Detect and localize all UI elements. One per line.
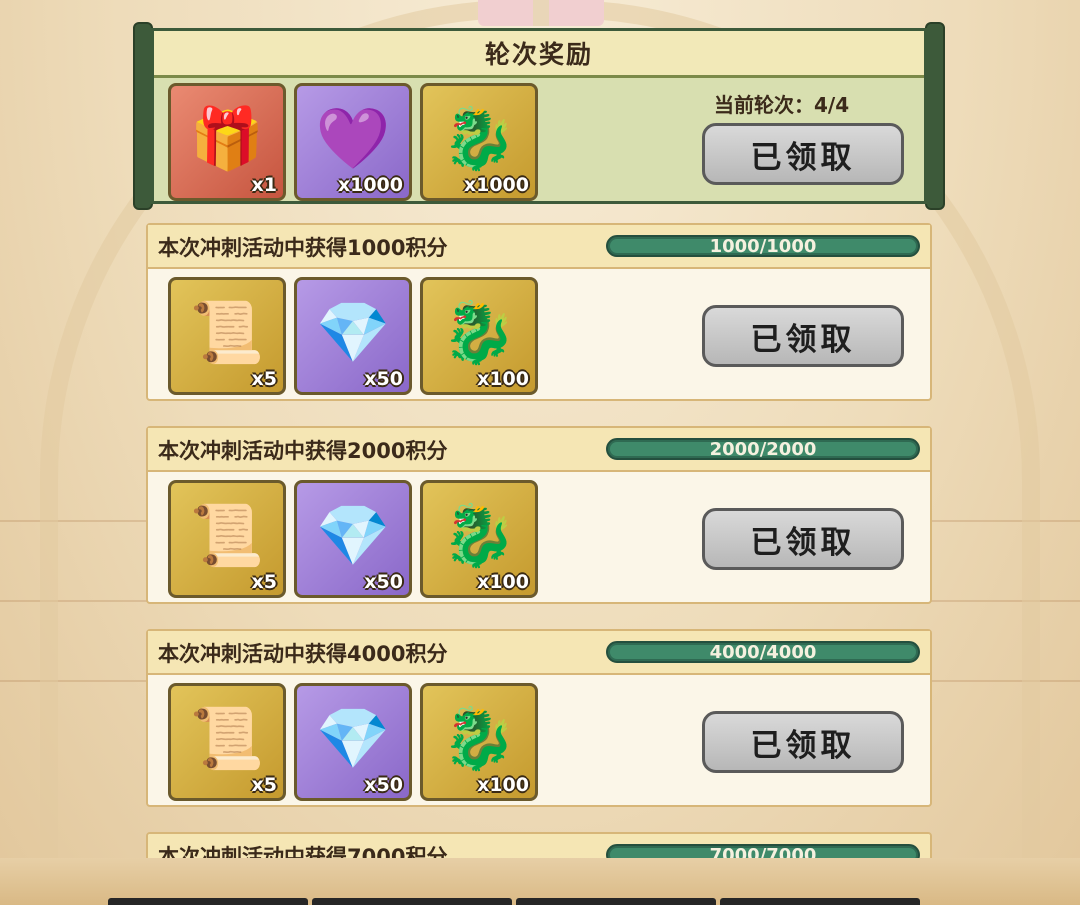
item-quantity: x5	[251, 774, 277, 796]
reward-item-jade-dragon[interactable]: 🐉 x100	[420, 683, 538, 801]
item-quantity: x1000	[337, 174, 403, 196]
progress-bar: 1000/1000	[606, 235, 920, 257]
bottom-tab-3[interactable]	[516, 898, 716, 905]
scroll-rod-right	[925, 22, 945, 210]
reward-item-scroll[interactable]: 📜 x5	[168, 277, 286, 395]
task-claimed-button[interactable]: 已领取	[702, 711, 904, 773]
progress-bar: 4000/4000	[606, 641, 920, 663]
item-quantity: x100	[477, 774, 529, 796]
scroll-icon: 📜	[189, 704, 265, 774]
task-description: 本次冲刺活动中获得4000积分	[158, 642, 448, 666]
scroll-rod-left	[133, 22, 153, 210]
jade-dragon-icon: 🐉	[441, 501, 517, 571]
reward-item-scroll[interactable]: 📜 x5	[168, 683, 286, 801]
item-quantity: x1000	[463, 174, 529, 196]
reward-item-blue-crystal[interactable]: 💎 x50	[294, 480, 412, 598]
purple-crystal-icon: 💜	[315, 104, 391, 174]
item-quantity: x1	[251, 174, 277, 196]
reward-item-jade-dragon[interactable]: 🐉 x100	[420, 277, 538, 395]
task-header: 本次冲刺活动中获得1000积分 1000/1000	[148, 225, 930, 269]
reward-item-treasure-chest[interactable]: 🎁 x1	[168, 83, 286, 201]
reward-item-purple-crystal[interactable]: 💜 x1000	[294, 83, 412, 201]
blue-crystal-icon: 💎	[315, 704, 391, 774]
item-quantity: x50	[364, 571, 403, 593]
blue-crystal-icon: 💎	[315, 501, 391, 571]
reward-item-scroll[interactable]: 📜 x5	[168, 480, 286, 598]
task-claimed-button[interactable]: 已领取	[702, 305, 904, 367]
task-panel-1000: 本次冲刺活动中获得1000积分 1000/1000 📜 x5 💎 x50 🐉 x…	[146, 223, 932, 401]
scroll-icon: 📜	[189, 501, 265, 571]
reward-item-blue-crystal[interactable]: 💎 x50	[294, 683, 412, 801]
item-quantity: x5	[251, 571, 277, 593]
round-claimed-button[interactable]: 已领取	[702, 123, 904, 185]
item-quantity: x50	[364, 774, 403, 796]
task-panel-4000: 本次冲刺活动中获得4000积分 4000/4000 📜 x5 💎 x50 🐉 x…	[146, 629, 932, 807]
treasure-chest-icon: 🎁	[189, 104, 265, 174]
item-quantity: x50	[364, 368, 403, 390]
scroll-icon: 📜	[189, 298, 265, 368]
task-description: 本次冲刺活动中获得2000积分	[158, 439, 448, 463]
current-round-label: 当前轮次：4/4	[714, 93, 850, 117]
jade-dragon-icon: 🐉	[441, 104, 517, 174]
item-quantity: x5	[251, 368, 277, 390]
bottom-tab-4[interactable]	[720, 898, 920, 905]
round-reward-scroll: 轮次奖励 当前轮次：4/4 🎁 x1 💜 x1000 🐉 x1000 已领取	[133, 22, 945, 210]
reward-item-blue-crystal[interactable]: 💎 x50	[294, 277, 412, 395]
round-reward-panel: 轮次奖励 当前轮次：4/4 🎁 x1 💜 x1000 🐉 x1000 已领取	[151, 28, 927, 204]
task-panel-2000: 本次冲刺活动中获得2000积分 2000/2000 📜 x5 💎 x50 🐉 x…	[146, 426, 932, 604]
progress-text: 4000/4000	[709, 642, 817, 663]
reward-item-jade-dragon[interactable]: 🐉 x1000	[420, 83, 538, 201]
jade-dragon-icon: 🐉	[441, 704, 517, 774]
task-header: 本次冲刺活动中获得2000积分 2000/2000	[148, 428, 930, 472]
jade-dragon-icon: 🐉	[441, 298, 517, 368]
reward-item-jade-dragon[interactable]: 🐉 x100	[420, 480, 538, 598]
bottom-tab-2[interactable]	[312, 898, 512, 905]
progress-text: 1000/1000	[709, 236, 817, 257]
task-claimed-button[interactable]: 已领取	[702, 508, 904, 570]
task-description: 本次冲刺活动中获得1000积分	[158, 236, 448, 260]
task-header: 本次冲刺活动中获得4000积分 4000/4000	[148, 631, 930, 675]
round-reward-title: 轮次奖励	[154, 31, 924, 78]
progress-text: 2000/2000	[709, 439, 817, 460]
item-quantity: x100	[477, 571, 529, 593]
item-quantity: x100	[477, 368, 529, 390]
blue-crystal-icon: 💎	[315, 298, 391, 368]
bottom-tab-1[interactable]	[108, 898, 308, 905]
progress-bar: 2000/2000	[606, 438, 920, 460]
